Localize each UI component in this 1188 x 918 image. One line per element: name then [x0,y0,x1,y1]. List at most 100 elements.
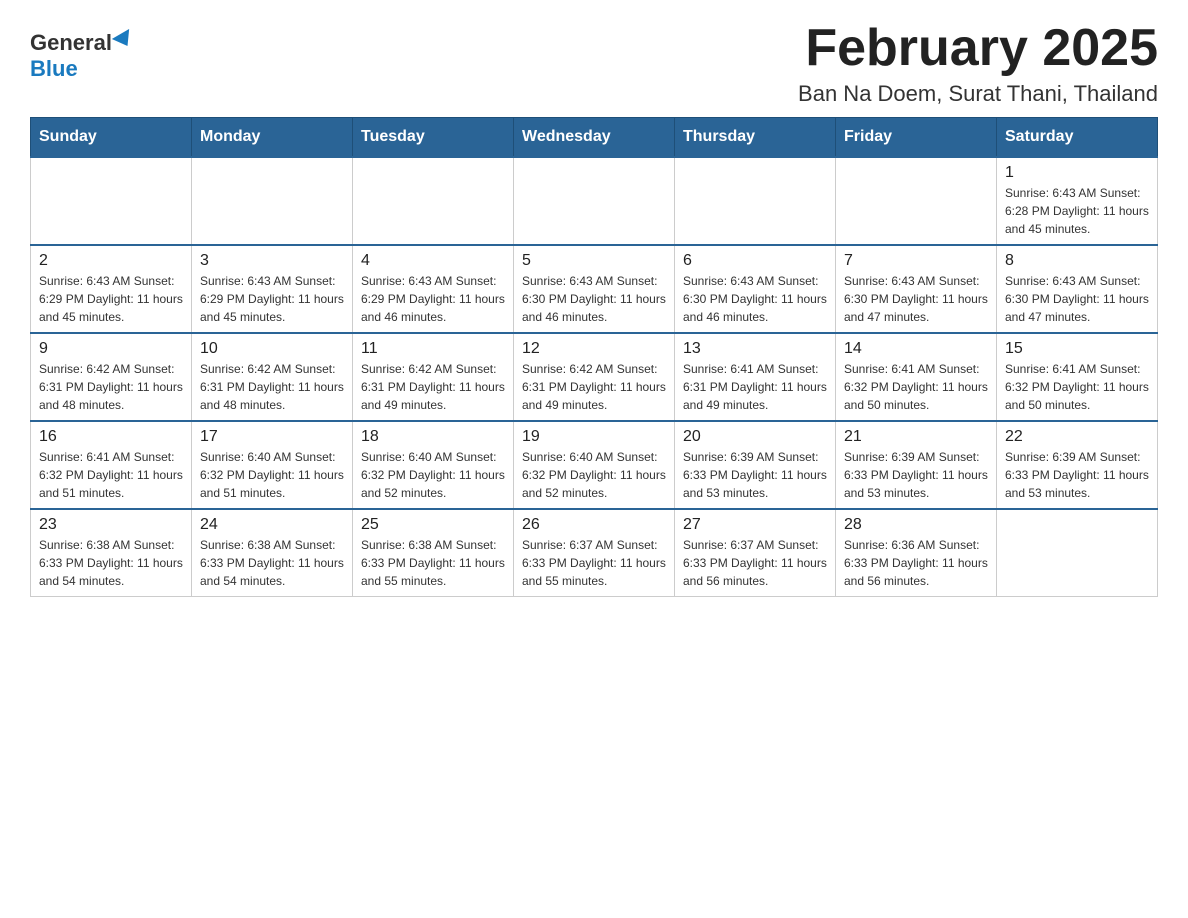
subtitle: Ban Na Doem, Surat Thani, Thailand [798,81,1158,107]
calendar-cell: 17 Sunrise: 6:40 AM Sunset: 6:32 PM Dayli… [192,421,353,509]
calendar-header-friday: Friday [836,118,997,158]
calendar-cell: 18 Sunrise: 6:40 AM Sunset: 6:32 PM Dayli… [353,421,514,509]
page-header: General Blue February 2025 Ban Na Doem, … [30,20,1158,107]
day-number: 5 [522,252,666,270]
calendar-cell: 19 Sunrise: 6:40 AM Sunset: 6:32 PM Dayli… [514,421,675,509]
calendar-cell: 13 Sunrise: 6:41 AM Sunset: 6:31 PM Dayli… [675,333,836,421]
day-info: Sunrise: 6:40 AM Sunset: 6:32 PM Dayligh… [361,448,505,502]
calendar-week-row: 9 Sunrise: 6:42 AM Sunset: 6:31 PM Daylig… [31,333,1158,421]
calendar-header-saturday: Saturday [997,118,1158,158]
calendar-week-row: 2Sunrise: 6:43 AM Sunset: 6:29 PM Daylig… [31,245,1158,333]
day-info: Sunrise: 6:43 AM Sunset: 6:29 PM Dayligh… [200,272,344,326]
day-number: 18 [361,428,505,446]
calendar-cell: 22Sunrise: 6:39 AM Sunset: 6:33 PM Dayli… [997,421,1158,509]
calendar-cell: 21 Sunrise: 6:39 AM Sunset: 6:33 PM Dayli… [836,421,997,509]
day-number: 21 [844,428,988,446]
day-info: Sunrise: 6:42 AM Sunset: 6:31 PM Dayligh… [522,360,666,414]
day-info: Sunrise: 6:43 AM Sunset: 6:29 PM Dayligh… [361,272,505,326]
day-info: Sunrise: 6:40 AM Sunset: 6:32 PM Dayligh… [522,448,666,502]
calendar-header-row: SundayMondayTuesdayWednesdayThursdayFrid… [31,118,1158,158]
day-info: Sunrise: 6:39 AM Sunset: 6:33 PM Dayligh… [683,448,827,502]
day-number: 4 [361,252,505,270]
logo: General Blue [30,20,134,82]
calendar-week-row: 16 Sunrise: 6:41 AM Sunset: 6:32 PM Dayli… [31,421,1158,509]
day-info: Sunrise: 6:38 AM Sunset: 6:33 PM Dayligh… [200,536,344,590]
day-number: 25 [361,516,505,534]
calendar-cell: 1 Sunrise: 6:43 AM Sunset: 6:28 PM Daylig… [997,157,1158,245]
day-info: Sunrise: 6:41 AM Sunset: 6:32 PM Dayligh… [844,360,988,414]
calendar-cell: 16 Sunrise: 6:41 AM Sunset: 6:32 PM Dayli… [31,421,192,509]
day-number: 10 [200,340,344,358]
day-number: 27 [683,516,827,534]
calendar-cell: 2Sunrise: 6:43 AM Sunset: 6:29 PM Daylig… [31,245,192,333]
day-number: 22 [1005,428,1149,446]
day-number: 12 [522,340,666,358]
day-info: Sunrise: 6:41 AM Sunset: 6:31 PM Dayligh… [683,360,827,414]
day-info: Sunrise: 6:43 AM Sunset: 6:28 PM Dayligh… [1005,184,1149,238]
calendar-cell: 24 Sunrise: 6:38 AM Sunset: 6:33 PM Dayli… [192,509,353,597]
calendar-header-sunday: Sunday [31,118,192,158]
day-number: 13 [683,340,827,358]
day-info: Sunrise: 6:37 AM Sunset: 6:33 PM Dayligh… [522,536,666,590]
calendar-cell: 15 Sunrise: 6:41 AM Sunset: 6:32 PM Dayli… [997,333,1158,421]
calendar-cell: 7 Sunrise: 6:43 AM Sunset: 6:30 PM Daylig… [836,245,997,333]
day-info: Sunrise: 6:41 AM Sunset: 6:32 PM Dayligh… [1005,360,1149,414]
day-number: 17 [200,428,344,446]
calendar-cell [675,157,836,245]
calendar-cell [514,157,675,245]
day-info: Sunrise: 6:43 AM Sunset: 6:29 PM Dayligh… [39,272,183,326]
calendar-cell: 10 Sunrise: 6:42 AM Sunset: 6:31 PM Dayli… [192,333,353,421]
calendar-cell [31,157,192,245]
day-info: Sunrise: 6:42 AM Sunset: 6:31 PM Dayligh… [39,360,183,414]
calendar-cell [836,157,997,245]
day-number: 1 [1005,164,1149,182]
calendar-cell: 6 Sunrise: 6:43 AM Sunset: 6:30 PM Daylig… [675,245,836,333]
day-info: Sunrise: 6:43 AM Sunset: 6:30 PM Dayligh… [683,272,827,326]
day-number: 16 [39,428,183,446]
logo-blue-text: Blue [30,56,78,82]
day-number: 6 [683,252,827,270]
calendar-cell: 9 Sunrise: 6:42 AM Sunset: 6:31 PM Daylig… [31,333,192,421]
day-number: 28 [844,516,988,534]
day-info: Sunrise: 6:38 AM Sunset: 6:33 PM Dayligh… [361,536,505,590]
calendar-week-row: 23Sunrise: 6:38 AM Sunset: 6:33 PM Dayli… [31,509,1158,597]
calendar-cell: 28Sunrise: 6:36 AM Sunset: 6:33 PM Dayli… [836,509,997,597]
calendar-cell: 27 Sunrise: 6:37 AM Sunset: 6:33 PM Dayli… [675,509,836,597]
calendar-cell: 26 Sunrise: 6:37 AM Sunset: 6:33 PM Dayli… [514,509,675,597]
day-number: 26 [522,516,666,534]
day-number: 14 [844,340,988,358]
day-info: Sunrise: 6:37 AM Sunset: 6:33 PM Dayligh… [683,536,827,590]
calendar-cell: 12 Sunrise: 6:42 AM Sunset: 6:31 PM Dayli… [514,333,675,421]
main-title: February 2025 [798,20,1158,77]
day-info: Sunrise: 6:41 AM Sunset: 6:32 PM Dayligh… [39,448,183,502]
calendar-header-monday: Monday [192,118,353,158]
calendar-header-wednesday: Wednesday [514,118,675,158]
calendar-cell [997,509,1158,597]
logo-triangle-icon [112,29,136,51]
calendar-cell: 23Sunrise: 6:38 AM Sunset: 6:33 PM Dayli… [31,509,192,597]
calendar-cell: 5 Sunrise: 6:43 AM Sunset: 6:30 PM Daylig… [514,245,675,333]
day-info: Sunrise: 6:38 AM Sunset: 6:33 PM Dayligh… [39,536,183,590]
calendar-header-thursday: Thursday [675,118,836,158]
day-number: 9 [39,340,183,358]
day-number: 11 [361,340,505,358]
day-number: 20 [683,428,827,446]
day-info: Sunrise: 6:40 AM Sunset: 6:32 PM Dayligh… [200,448,344,502]
day-number: 3 [200,252,344,270]
day-number: 15 [1005,340,1149,358]
day-number: 7 [844,252,988,270]
day-number: 19 [522,428,666,446]
calendar-week-row: 1 Sunrise: 6:43 AM Sunset: 6:28 PM Daylig… [31,157,1158,245]
day-info: Sunrise: 6:42 AM Sunset: 6:31 PM Dayligh… [200,360,344,414]
day-info: Sunrise: 6:39 AM Sunset: 6:33 PM Dayligh… [844,448,988,502]
day-info: Sunrise: 6:42 AM Sunset: 6:31 PM Dayligh… [361,360,505,414]
day-info: Sunrise: 6:43 AM Sunset: 6:30 PM Dayligh… [522,272,666,326]
day-info: Sunrise: 6:43 AM Sunset: 6:30 PM Dayligh… [1005,272,1149,326]
title-section: February 2025 Ban Na Doem, Surat Thani, … [798,20,1158,107]
day-number: 24 [200,516,344,534]
day-info: Sunrise: 6:43 AM Sunset: 6:30 PM Dayligh… [844,272,988,326]
calendar-cell: 14 Sunrise: 6:41 AM Sunset: 6:32 PM Dayli… [836,333,997,421]
calendar-cell: 3 Sunrise: 6:43 AM Sunset: 6:29 PM Daylig… [192,245,353,333]
calendar-cell [353,157,514,245]
day-number: 8 [1005,252,1149,270]
